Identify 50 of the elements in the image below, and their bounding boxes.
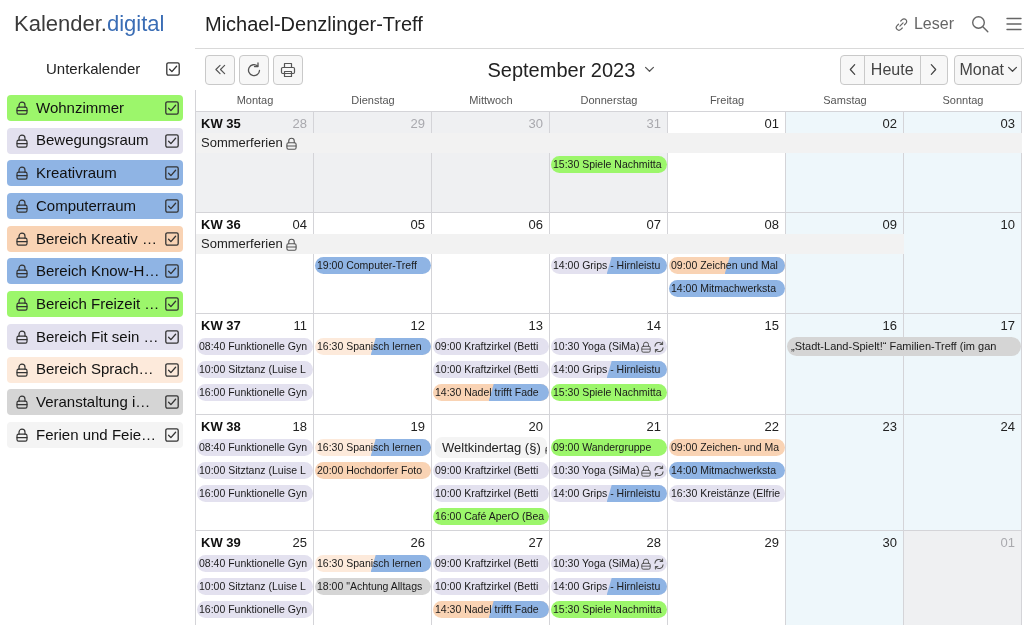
day-number: 01 <box>1000 533 1015 552</box>
weekday-label: Mittwoch <box>469 93 513 109</box>
week-number: KW 37 <box>201 316 241 335</box>
day-number: 30 <box>528 114 543 133</box>
week-number: KW 38 <box>201 417 241 436</box>
day-number: 23 <box>882 417 897 436</box>
week-number: KW 39 <box>201 533 241 552</box>
day-number: 25 <box>292 533 307 552</box>
day-number: 26 <box>410 533 425 552</box>
day-number: 04 <box>292 215 307 234</box>
day-number: 24 <box>1000 417 1015 436</box>
day-number: 16 <box>882 316 897 335</box>
day-number: 01 <box>764 114 779 133</box>
day-number: 22 <box>764 417 779 436</box>
logo: Kalender.digital <box>13 13 166 35</box>
day-number: 14 <box>646 316 661 335</box>
day-number: 21 <box>646 417 661 436</box>
day-number: 09 <box>882 215 897 234</box>
day-number: 28 <box>292 114 307 133</box>
week-number: KW 36 <box>201 215 241 234</box>
day-number: 07 <box>646 215 661 234</box>
calendar-title: Michael-Denzlinger-Treff <box>204 12 423 37</box>
day-number: 11 <box>293 316 307 335</box>
week-number: KW 35 <box>201 114 241 133</box>
day-number: 28 <box>646 533 661 552</box>
day-number: 02 <box>882 114 897 133</box>
day-number: 05 <box>410 215 425 234</box>
day-number: 30 <box>882 533 897 552</box>
day-number: 15 <box>764 316 779 335</box>
weekday-label: Freitag <box>709 93 745 109</box>
weekday-label: Dienstag <box>351 93 395 109</box>
day-number: 31 <box>646 114 661 133</box>
day-number: 27 <box>528 533 543 552</box>
weekday-label: Montag <box>236 93 274 109</box>
sidebar-heading: Unterkalender <box>46 58 141 79</box>
day-number: 10 <box>1000 215 1015 234</box>
weekday-label: Samstag <box>823 93 867 109</box>
day-number: 29 <box>410 114 425 133</box>
day-number: 29 <box>764 533 779 552</box>
day-number: 19 <box>410 417 425 436</box>
day-number: 13 <box>528 316 543 335</box>
day-number: 03 <box>1000 114 1015 133</box>
day-number: 17 <box>1000 316 1015 335</box>
weekday-label: Sonntag <box>942 93 984 109</box>
day-number: 20 <box>528 417 543 436</box>
weekday-label: Donnerstag <box>580 93 638 109</box>
day-number: 18 <box>292 417 307 436</box>
day-number: 06 <box>528 215 543 234</box>
day-number: 12 <box>410 316 425 335</box>
day-number: 08 <box>764 215 779 234</box>
